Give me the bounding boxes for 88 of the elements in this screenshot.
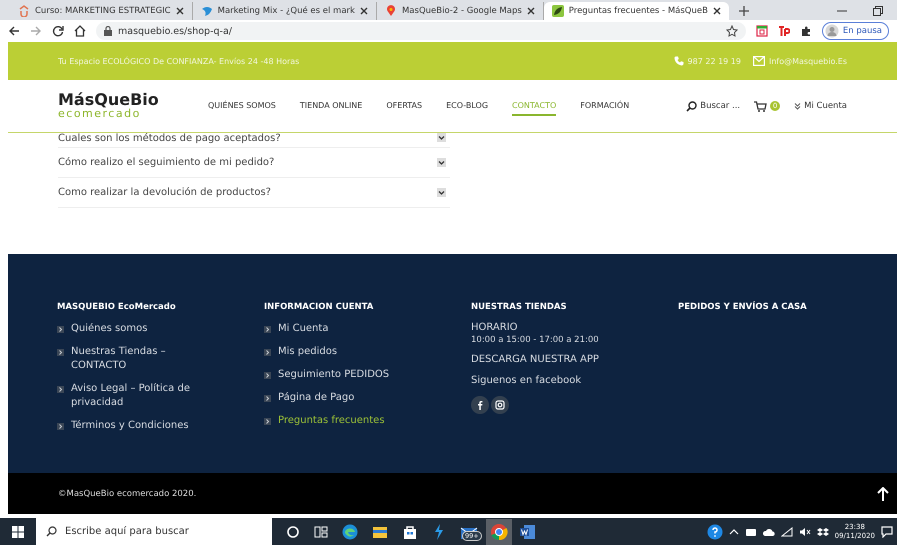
avatar-icon [824,24,839,38]
word-icon[interactable] [520,524,536,540]
back-icon[interactable] [8,25,20,37]
browser-tab[interactable]: Preguntas frecuentes - MásQueB [544,2,729,20]
bullet-icon [57,423,64,430]
cloud-icon[interactable] [762,526,775,536]
browser-icon[interactable] [342,524,358,540]
close-icon[interactable] [176,7,184,15]
restore-icon[interactable] [873,6,883,16]
footer-link[interactable]: Mi Cuenta [264,322,414,336]
instagram-icon[interactable] [491,396,509,414]
lightning-icon[interactable] [432,524,446,540]
bullet-icon [264,326,271,333]
tagline: Tu Espacio ECOLÓGICO De CONFIANZA- Envíos 24 -48 Horas [58,56,300,66]
notifications-icon[interactable] [881,526,893,538]
opening-hours: 10:00 a 15:00 - 17:00 a 21:00 [471,335,600,345]
footer-link[interactable]: Nuestras Tiendas – CONTACTO [57,345,207,373]
shopping-bag-icon[interactable] [402,524,418,540]
phone-number: 987 22 19 19 [688,56,741,66]
hours-label: HORARIO [471,322,519,333]
nav-link[interactable]: QUIÉNES SOMOS [208,96,276,116]
footer-link[interactable]: Seguimiento PEDIDOS [264,368,414,382]
bullet-icon [57,386,64,393]
chrome-icon[interactable] [486,518,512,544]
footer-link[interactable]: Página de Pago [264,391,414,405]
search-icon [46,526,57,537]
nav-link[interactable]: FORMACIÓN [580,96,630,116]
tray-app-icon[interactable] [744,526,757,536]
account-link[interactable]: Mi Cuenta [794,101,847,111]
home-icon[interactable] [74,25,86,37]
taskbar-search-field[interactable]: Escribe aquí para buscar [36,518,272,545]
bullet-icon [57,326,64,333]
copyright: ©MasQueBio ecomercado 2020. [58,488,196,498]
footer-link[interactable]: Quiénes somos [57,322,207,336]
profile-button[interactable]: En pausa [822,22,889,40]
map-pin-icon [384,5,397,17]
bullet-icon [57,349,64,356]
footer-link[interactable]: Mis pedidos [264,345,414,359]
footer-link[interactable]: Aviso Legal – Política de privacidad [57,382,207,410]
bullet-icon [264,418,271,425]
help-icon[interactable] [706,524,723,540]
extension-icon[interactable] [778,25,790,37]
dropbox-icon[interactable] [816,526,829,536]
arrow-up-icon[interactable] [877,486,889,500]
address-field[interactable]: masquebio.es/shop-q-a/ [96,22,746,40]
wifi-icon[interactable] [780,526,793,536]
logo-icon [18,5,30,17]
column-heading: NUESTRAS TIENDAS [471,302,568,312]
close-icon[interactable] [526,7,535,15]
column-heading: INFORMACION CUENTA [264,302,374,312]
cart-icon [754,100,768,112]
task-view-icon[interactable] [314,524,328,538]
phone-icon [674,56,684,66]
facebook-icon[interactable] [471,396,489,414]
footer-link[interactable]: Términos y Condiciones [57,419,207,433]
search-icon [686,100,698,112]
circle-icon[interactable] [286,524,300,538]
volume-icon[interactable] [798,526,811,536]
bird-icon [200,5,213,17]
extension-icon[interactable] [756,25,768,37]
nav-link[interactable]: TIENDA ONLINE [300,96,362,116]
column-heading: PEDIDOS Y ENVÍOS A CASA [678,302,808,312]
lock-icon [104,26,112,36]
info-text: DESCARGA NUESTRA APP [471,354,600,365]
close-icon[interactable] [712,7,721,15]
chevron-up-icon[interactable] [728,528,739,536]
mail-icon [752,56,765,66]
search-link[interactable]: Buscar ... [686,100,740,112]
footer-link[interactable]: Preguntas frecuentes [264,414,414,428]
faq-item[interactable]: Cuales son los métodos de pago aceptados? [58,133,450,148]
nav-link[interactable]: OFERTAS [386,96,422,116]
faq-item[interactable]: Cómo realizo el seguimiento de mi pedido? [58,148,450,178]
new-tab-icon[interactable] [738,6,749,16]
logo[interactable]: MásQueBio ecomercado [58,92,208,120]
star-icon[interactable] [726,25,738,37]
puzzle-icon[interactable] [800,25,812,37]
bullet-icon [264,372,271,379]
close-icon[interactable] [360,7,368,15]
windows-icon[interactable] [12,526,24,538]
nav-link[interactable]: ECO-BLOG [446,96,488,116]
reload-icon[interactable] [52,25,64,37]
column-heading: MASQUEBIO EcoMercado [57,302,177,312]
info-text: Siguenos en facebook [471,375,582,386]
bullet-icon [264,395,271,402]
leaf-icon [552,5,564,17]
chevrons-down-icon [794,102,802,110]
faq-item[interactable]: Como realizar la devolución de productos? [58,178,450,208]
bullet-icon [264,349,271,356]
